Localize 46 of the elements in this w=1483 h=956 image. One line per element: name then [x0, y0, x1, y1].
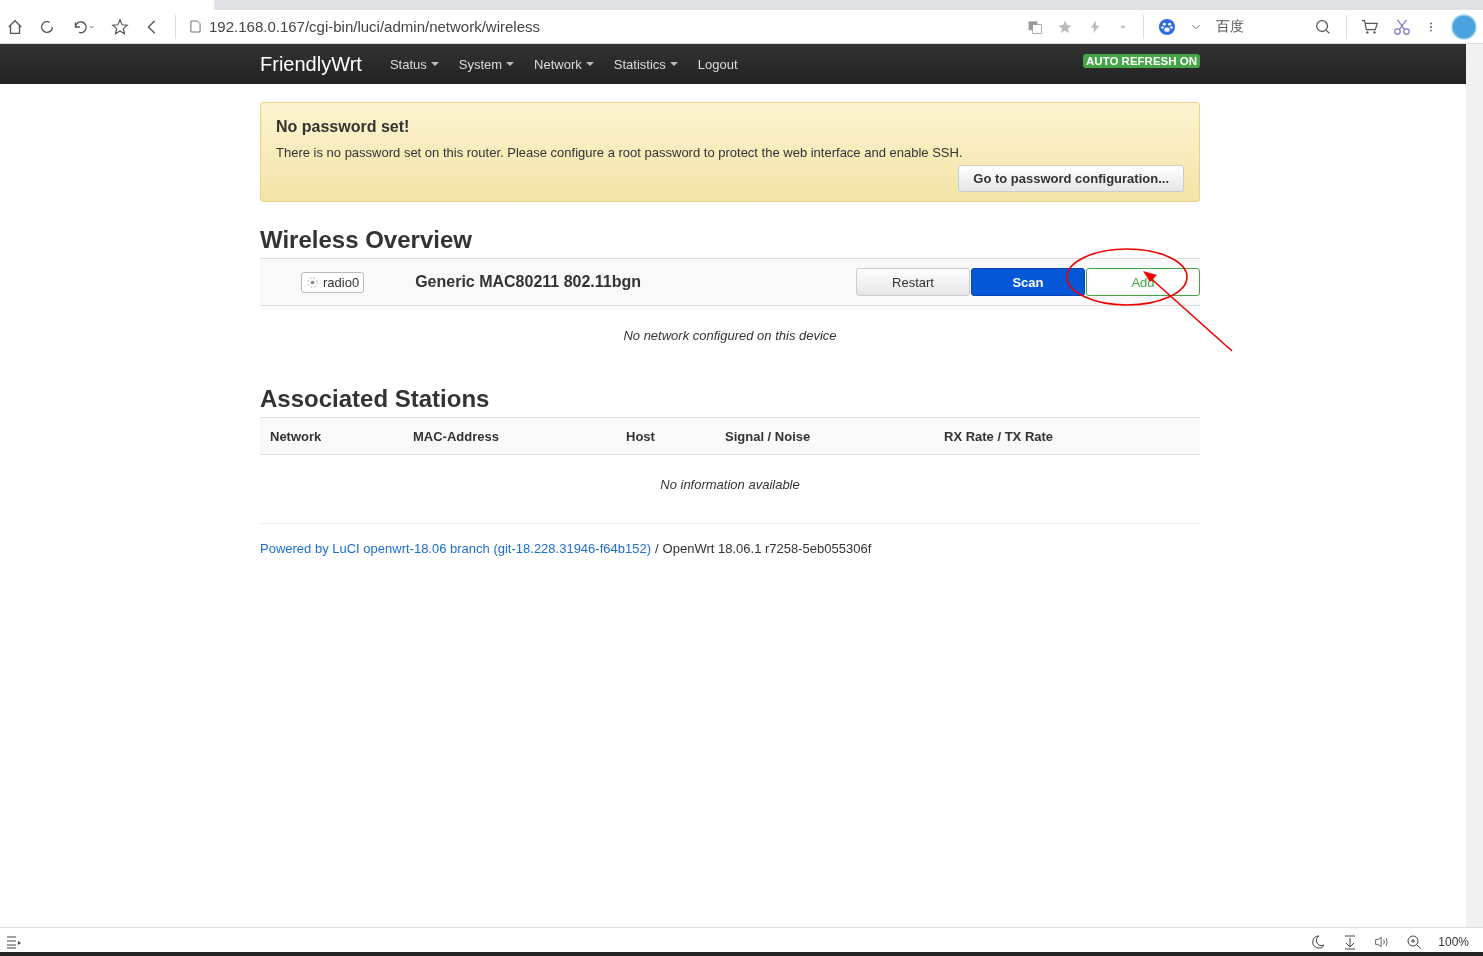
paw-icon[interactable]	[1158, 17, 1176, 36]
section-title: Associated Stations	[260, 385, 491, 413]
nav-menu[interactable]: Logout	[687, 56, 748, 72]
column-header: RX Rate / TX Rate	[943, 428, 1054, 444]
empty-message: No network configured on this device	[622, 327, 838, 345]
brand-link[interactable]: FriendlyWrt	[260, 52, 362, 76]
home-icon[interactable]	[6, 17, 24, 36]
translate-icon[interactable]	[1027, 18, 1043, 35]
zoom-icon[interactable]	[1406, 934, 1423, 950]
speaker-icon[interactable]	[1374, 934, 1391, 950]
caret-icon	[669, 62, 678, 66]
alert-message: There is no password set on this router. Please configure a root password to protect the web interface and enable SSH.	[276, 145, 964, 160]
search-icon[interactable]	[1314, 17, 1332, 36]
avatar-icon[interactable]	[1451, 13, 1477, 40]
empty-message: No information available	[260, 455, 1200, 524]
moon-icon[interactable]	[1310, 934, 1327, 950]
page-icon	[190, 20, 201, 33]
column-header: Host	[625, 428, 656, 444]
zoom-level[interactable]: 100%	[1438, 935, 1469, 949]
luci-link[interactable]: Powered by LuCI openwrt-18.06 branch (git-18.228.31946-f64b152)	[260, 541, 651, 556]
caret-icon	[430, 62, 439, 66]
scissors-icon[interactable]	[1393, 17, 1411, 36]
cart-icon[interactable]	[1361, 17, 1379, 36]
antenna-icon	[306, 275, 319, 289]
badge-label: radio0	[323, 274, 360, 290]
nav-menu[interactable]: Status	[379, 56, 449, 72]
nav-menu[interactable]: Network	[524, 56, 604, 72]
alert-title: No password set!	[276, 118, 411, 136]
nav-menu[interactable]: Statistics	[603, 56, 688, 72]
device-action-button[interactable]: Restart	[856, 268, 970, 296]
device-action-button[interactable]: Scan	[971, 268, 1085, 296]
list-icon[interactable]	[6, 934, 22, 950]
star-icon[interactable]	[111, 17, 129, 36]
password-config-button[interactable]: Go to password configuration...	[958, 165, 1184, 192]
section-title: Wireless Overview	[260, 226, 473, 254]
caret-icon	[506, 62, 515, 66]
search-engine-label[interactable]: 百度	[1216, 17, 1300, 36]
caret-icon	[585, 62, 594, 66]
address-field[interactable]: 192.168.0.167/cgi-bin/luci/admin/network/wireless	[209, 18, 1013, 35]
column-header: Network	[269, 428, 323, 444]
column-header: MAC-Address	[412, 428, 500, 444]
device-name: Generic MAC80211 802.11bgn	[415, 273, 642, 291]
version-text: OpenWrt 18.06.1 r7258-5eb055306f	[662, 541, 872, 556]
nav-menu[interactable]: System	[448, 56, 525, 72]
separator-text: /	[655, 541, 659, 556]
column-header: Signal / Noise	[724, 428, 812, 444]
